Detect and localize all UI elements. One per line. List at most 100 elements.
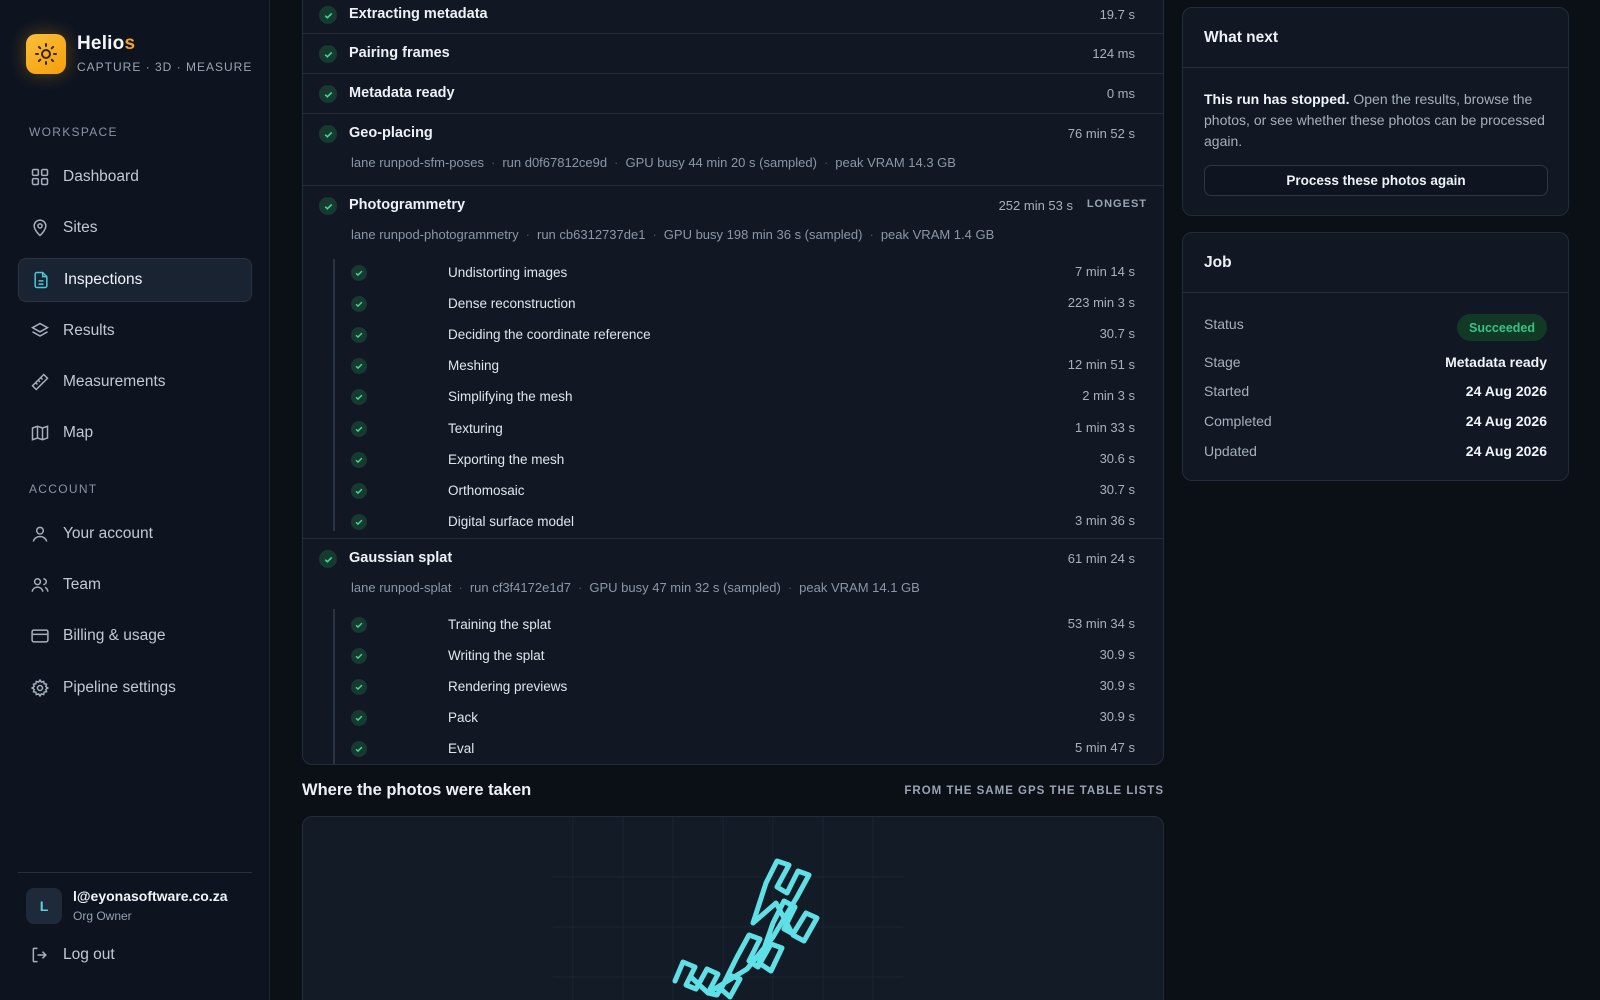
completed-label: Completed xyxy=(1204,413,1272,429)
divider xyxy=(1183,292,1568,293)
substep-duration: 30.7 s xyxy=(1099,481,1135,497)
what-next-card: What next This run has stopped. Open the… xyxy=(1182,7,1569,216)
substep-duration: 5 min 47 s xyxy=(1075,740,1135,756)
stage-duration: 252 min 53 s xyxy=(998,198,1073,213)
substep-name: Eval xyxy=(448,741,475,757)
sidebar-item-dashboard[interactable]: Dashboard xyxy=(18,155,252,199)
sidebar-item-team[interactable]: Team xyxy=(18,563,252,607)
stage-name: Geo-placing xyxy=(349,125,433,141)
substep-name: Texturing xyxy=(448,420,503,436)
substep-duration: 3 min 36 s xyxy=(1075,512,1135,528)
updated-label: Updated xyxy=(1204,443,1257,459)
photo-locations-map[interactable] xyxy=(302,816,1164,1000)
grid-icon xyxy=(30,167,50,187)
brand-tagline: CAPTURE · 3D · MEASURE xyxy=(77,60,253,74)
substep-name: Dense reconstruction xyxy=(448,296,576,312)
substep-name: Exporting the mesh xyxy=(448,451,565,467)
user-email: l@eyonasoftware.co.za xyxy=(73,888,228,904)
job-card: Job Status Succeeded Stage Metadata read… xyxy=(1182,232,1569,481)
sidebar-item-label: Team xyxy=(63,576,101,593)
substep-duration: 7 min 14 s xyxy=(1075,264,1135,279)
process-again-button[interactable]: Process these photos again xyxy=(1204,165,1548,196)
status-badge: Succeeded xyxy=(1456,314,1547,341)
check-icon xyxy=(351,710,367,727)
substep-duration: 30.7 s xyxy=(1099,326,1135,342)
substep-name: Simplifying the mesh xyxy=(448,389,573,405)
check-icon xyxy=(351,482,367,499)
map-section-note: FROM THE SAME GPS THE TABLE LISTS xyxy=(904,785,1164,797)
sidebar-item-billing[interactable]: Billing & usage xyxy=(18,614,252,658)
stage-duration: 124 ms xyxy=(1092,46,1135,61)
sidebar-item-label: Inspections xyxy=(64,271,143,288)
sidebar: Helios CAPTURE · 3D · MEASURE WORKSPACE … xyxy=(0,0,270,1000)
divider xyxy=(1183,67,1568,68)
sidebar-item-label: Pipeline settings xyxy=(63,679,176,696)
check-icon xyxy=(319,197,337,215)
check-icon xyxy=(351,679,367,696)
gear-icon xyxy=(30,678,50,698)
map-pin-icon xyxy=(30,218,50,238)
started-value: 24 Aug 2026 xyxy=(1465,383,1547,399)
sidebar-item-label: Map xyxy=(63,424,94,441)
sidebar-item-pipeline-settings[interactable]: Pipeline settings xyxy=(18,666,252,710)
check-icon xyxy=(351,358,367,375)
sidebar-item-results[interactable]: Results xyxy=(18,309,252,353)
substep-duration: 30.9 s xyxy=(1099,678,1135,694)
check-icon xyxy=(351,513,367,530)
substep-duration: 1 min 33 s xyxy=(1075,419,1135,435)
substep-name: Digital surface model xyxy=(448,513,575,529)
substep-name: Deciding the coordinate reference xyxy=(448,327,651,343)
substep-rail xyxy=(333,609,335,764)
credit-card-icon xyxy=(30,626,50,646)
substep-duration: 2 min 3 s xyxy=(1082,388,1135,404)
logout-icon xyxy=(30,945,50,965)
sidebar-item-label: Billing & usage xyxy=(63,627,166,644)
substep-name: Orthomosaic xyxy=(448,482,525,498)
check-icon xyxy=(351,741,367,758)
what-next-message: This run has stopped. Open the results, … xyxy=(1204,91,1545,149)
layers-icon xyxy=(30,321,50,341)
check-icon xyxy=(319,125,337,143)
check-icon xyxy=(351,451,367,468)
substep-rail xyxy=(333,259,335,531)
brand[interactable]: Helios CAPTURE · 3D · MEASURE xyxy=(26,33,252,74)
sun-logo-icon xyxy=(26,33,66,74)
user-icon xyxy=(30,524,50,544)
account-section-label: ACCOUNT xyxy=(29,482,98,496)
ruler-icon xyxy=(30,372,50,392)
users-icon xyxy=(30,575,50,595)
sidebar-item-your-account[interactable]: Your account xyxy=(18,512,252,556)
substep-duration: 223 min 3 s xyxy=(1067,295,1135,311)
check-icon xyxy=(351,296,367,313)
check-icon xyxy=(319,550,337,568)
check-icon xyxy=(319,85,337,103)
stage-duration: 76 min 52 s xyxy=(1067,126,1135,141)
logout-button[interactable]: Log out xyxy=(18,933,252,977)
workspace-section-label: WORKSPACE xyxy=(29,125,118,139)
stage-duration: 61 min 24 s xyxy=(1067,551,1135,566)
card-title: Job xyxy=(1204,254,1232,271)
map-icon xyxy=(30,423,50,443)
divider xyxy=(18,872,252,873)
user-role: Org Owner xyxy=(73,909,132,923)
stage-label: Stage xyxy=(1204,354,1241,370)
sidebar-item-label: Your account xyxy=(63,525,153,542)
sidebar-item-sites[interactable]: Sites xyxy=(18,206,252,250)
logout-label: Log out xyxy=(63,946,115,963)
brand-name: Helios xyxy=(77,33,136,54)
substep-duration: 30.6 s xyxy=(1099,450,1135,466)
stage-name: Metadata ready xyxy=(349,85,455,101)
substep-duration: 12 min 51 s xyxy=(1067,357,1135,373)
completed-value: 24 Aug 2026 xyxy=(1465,413,1547,429)
substep-name: Training the splat xyxy=(448,617,552,632)
divider xyxy=(303,113,1163,114)
map-section-title: Where the photos were taken xyxy=(302,781,532,799)
avatar[interactable]: L xyxy=(26,888,62,924)
pipeline-stages-card: Extracting metadata 19.7 s Pairing frame… xyxy=(302,0,1164,765)
updated-value: 24 Aug 2026 xyxy=(1465,443,1547,459)
sidebar-item-inspections[interactable]: Inspections xyxy=(18,258,252,302)
sidebar-item-measurements[interactable]: Measurements xyxy=(18,360,252,404)
sidebar-item-map[interactable]: Map xyxy=(18,411,252,455)
stage-meta: lane runpod-splat · run cf3f4172e1d7 · GPU b… xyxy=(351,580,920,595)
document-icon xyxy=(31,270,51,290)
